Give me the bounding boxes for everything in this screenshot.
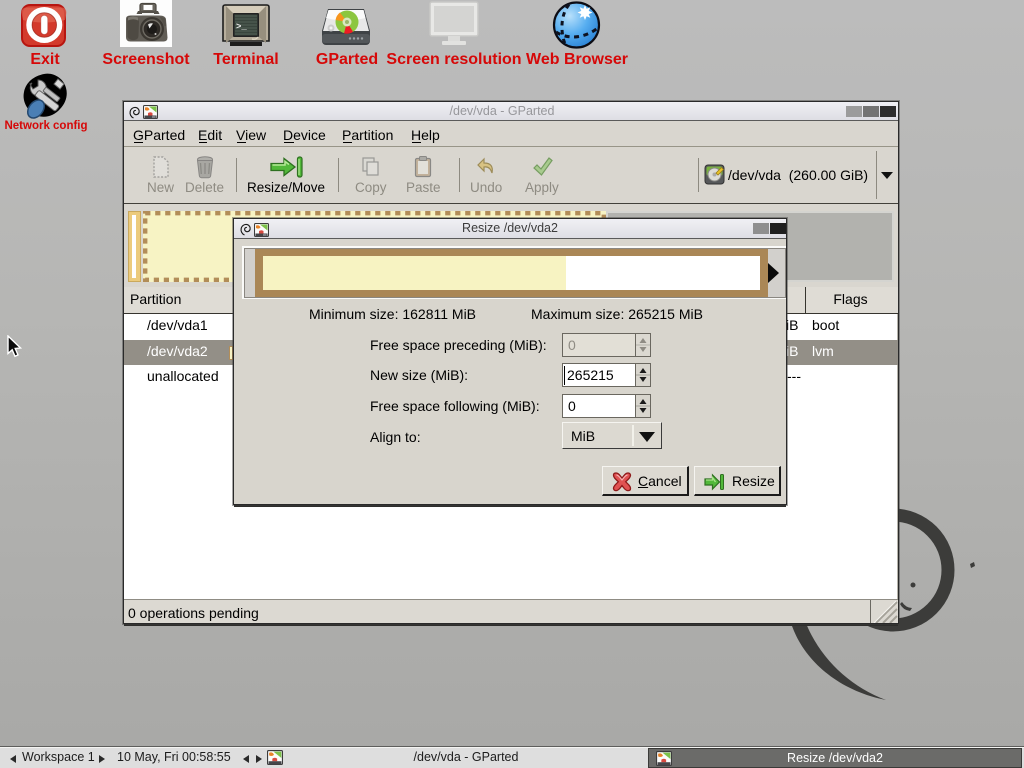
svg-text:>_: >_	[236, 22, 247, 32]
